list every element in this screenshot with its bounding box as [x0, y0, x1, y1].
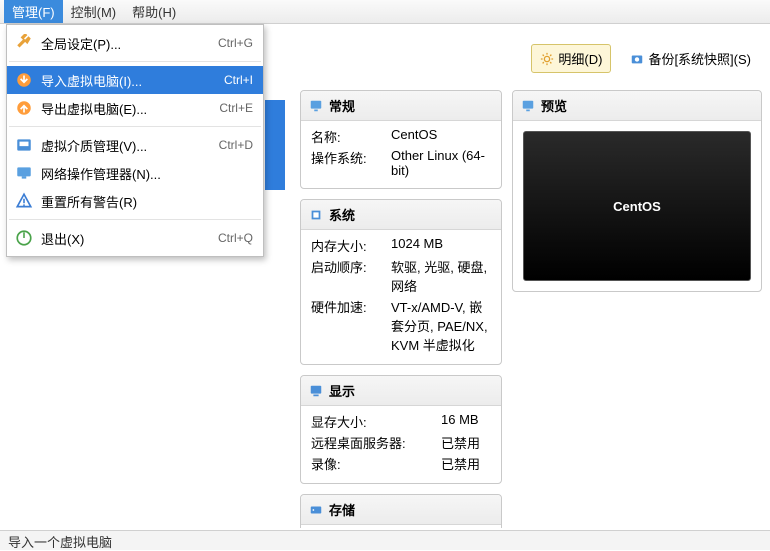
kv-key: 内存大小: [311, 236, 391, 255]
kv-value: 16 MB [441, 412, 491, 431]
menu-reset-warnings[interactable]: 重置所有警告(R) [7, 187, 263, 215]
section-title: 预览 [541, 96, 567, 115]
kv-key: 启动顺序: [311, 257, 391, 295]
section-header[interactable]: 常规 [301, 91, 501, 121]
button-label: 明细(D) [558, 49, 602, 68]
menu-shortcut: Ctrl+G [218, 36, 253, 50]
monitor-icon [521, 99, 535, 113]
menu-shortcut: Ctrl+E [219, 101, 253, 115]
storage-icon [309, 503, 323, 517]
menu-shortcut: Ctrl+D [219, 138, 253, 152]
menubar: 管理(F) 控制(M) 帮助(H) [0, 0, 770, 24]
section-title: 存储 [329, 500, 355, 519]
kv-key: 显存大小: [311, 412, 441, 431]
menu-item-label: 网络操作管理器(N)... [41, 164, 253, 183]
kv-value: 软驱, 光驱, 硬盘, 网络 [391, 257, 491, 295]
button-label: 备份[系统快照](S) [648, 49, 751, 68]
section-display: 显示 显存大小:16 MB 远程桌面服务器:已禁用 录像:已禁用 [300, 375, 502, 484]
vm-list-selection[interactable] [265, 100, 285, 190]
kv-value: VT-x/AMD-V, 嵌套分页, PAE/NX, KVM 半虚拟化 [391, 297, 491, 354]
detail-button[interactable]: 明细(D) [531, 44, 611, 73]
kv-key: 远程桌面服务器: [311, 433, 441, 452]
file-menu-dropdown: 全局设定(P)... Ctrl+G 导入虚拟电脑(I)... Ctrl+I 导出… [6, 24, 264, 257]
section-title: 常规 [329, 96, 355, 115]
kv-value: 已禁用 [441, 454, 491, 473]
menu-separator [9, 219, 261, 220]
toolbar: 明细(D) 备份[系统快照](S) [531, 44, 760, 73]
kv-key: 名称: [311, 127, 391, 146]
kv-value: Other Linux (64-bit) [391, 148, 491, 178]
display-icon [309, 384, 323, 398]
warning-icon [15, 192, 33, 210]
menu-item-label: 导出虚拟电脑(E)... [41, 99, 219, 118]
status-text: 导入一个虚拟电脑 [8, 535, 112, 550]
menu-item-label: 虚拟介质管理(V)... [41, 136, 219, 155]
section-system: 系统 内存大小:1024 MB 启动顺序:软驱, 光驱, 硬盘, 网络 硬件加速… [300, 199, 502, 365]
preview-os-name: CentOS [613, 199, 661, 214]
export-icon [15, 99, 33, 117]
network-icon [15, 164, 33, 182]
menu-item-label: 重置所有警告(R) [41, 192, 253, 211]
section-preview: 预览 CentOS [512, 90, 762, 292]
wrench-icon [15, 34, 33, 52]
section-storage: 存储 控制器: IDE 第一IDE控制器主通道: CentOS.vhd (普通,… [300, 494, 502, 528]
section-title: 显示 [329, 381, 355, 400]
import-icon [15, 71, 33, 89]
section-header[interactable]: 存储 [301, 495, 501, 525]
menu-item-label: 全局设定(P)... [41, 34, 218, 53]
monitor-icon [309, 99, 323, 113]
menu-media-manager[interactable]: 虚拟介质管理(V)... Ctrl+D [7, 131, 263, 159]
section-header[interactable]: 显示 [301, 376, 501, 406]
kv-value: CentOS [391, 127, 491, 146]
menu-file[interactable]: 管理(F) [4, 0, 63, 23]
section-title: 系统 [329, 205, 355, 224]
menu-exit[interactable]: 退出(X) Ctrl+Q [7, 224, 263, 252]
menu-global-settings[interactable]: 全局设定(P)... Ctrl+G [7, 29, 263, 57]
menu-shortcut: Ctrl+Q [218, 231, 253, 245]
kv-key: 硬件加速: [311, 297, 391, 354]
menu-shortcut: Ctrl+I [224, 73, 253, 87]
menu-item-label: 导入虚拟电脑(I)... [41, 71, 224, 90]
kv-key: 操作系统: [311, 148, 391, 178]
menu-export-appliance[interactable]: 导出虚拟电脑(E)... Ctrl+E [7, 94, 263, 122]
snapshot-button[interactable]: 备份[系统快照](S) [621, 44, 760, 73]
kv-value: 已禁用 [441, 433, 491, 452]
section-header[interactable]: 系统 [301, 200, 501, 230]
menu-network-manager[interactable]: 网络操作管理器(N)... [7, 159, 263, 187]
details-pane: 常规 名称:CentOS 操作系统:Other Linux (64-bit) 系… [300, 90, 762, 528]
camera-icon [630, 52, 644, 66]
menu-help[interactable]: 帮助(H) [124, 0, 184, 23]
statusbar: 导入一个虚拟电脑 [0, 530, 770, 550]
menu-item-label: 退出(X) [41, 229, 218, 248]
kv-value: 1024 MB [391, 236, 491, 255]
section-header[interactable]: 预览 [513, 91, 761, 121]
menu-separator [9, 61, 261, 62]
exit-icon [15, 229, 33, 247]
menu-separator [9, 126, 261, 127]
gear-icon [540, 52, 554, 66]
kv-key: 录像: [311, 454, 441, 473]
chip-icon [309, 208, 323, 222]
menu-control[interactable]: 控制(M) [63, 0, 125, 23]
disk-icon [15, 136, 33, 154]
section-general: 常规 名称:CentOS 操作系统:Other Linux (64-bit) [300, 90, 502, 189]
menu-import-appliance[interactable]: 导入虚拟电脑(I)... Ctrl+I [7, 66, 263, 94]
preview-thumbnail: CentOS [523, 131, 751, 281]
